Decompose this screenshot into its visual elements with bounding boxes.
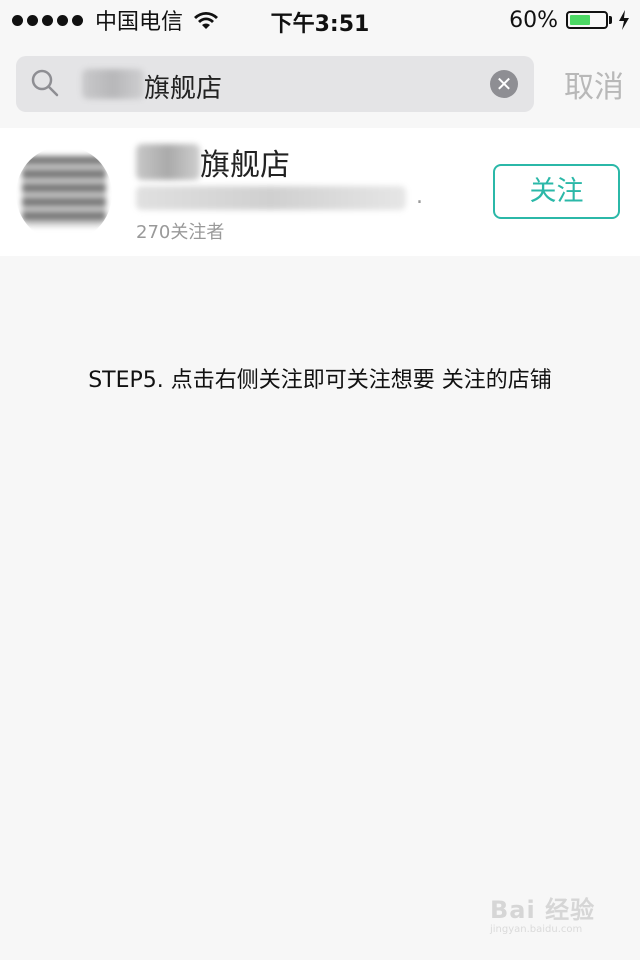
shop-name: 旗舰店 — [200, 148, 290, 183]
battery-level — [570, 15, 590, 25]
description-ellipsis: . — [416, 184, 423, 209]
blurred-shop-description — [136, 186, 406, 210]
follower-count: 270关注者 — [136, 222, 225, 243]
cancel-button[interactable]: 取消 — [564, 62, 624, 106]
blurred-query-prefix — [82, 69, 144, 99]
watermark-brand: Bai 经验 — [490, 896, 596, 924]
search-query-text: 旗舰店 — [144, 74, 223, 104]
instruction-text: STEP5. 点击右侧关注即可关注想要 关注的店铺 — [88, 368, 552, 393]
status-bar: 中国电信 下午3:51 60% — [0, 0, 640, 40]
blurred-shop-name-prefix — [136, 144, 200, 180]
baidu-jingyan-watermark: Bai 经验 jingyan.baidu.com — [490, 880, 610, 944]
battery-tip — [609, 16, 612, 24]
status-right: 60% — [509, 6, 630, 34]
charging-bolt-icon — [619, 10, 629, 30]
watermark-url: jingyan.baidu.com — [490, 924, 583, 935]
battery-percent: 60% — [509, 7, 558, 33]
battery-icon — [566, 11, 608, 29]
search-input[interactable]: 旗舰店 ✕ — [16, 56, 534, 112]
shop-logo — [16, 146, 112, 242]
search-icon — [31, 69, 59, 97]
follow-button[interactable]: 关注 — [493, 164, 620, 219]
clear-icon[interactable]: ✕ — [490, 70, 518, 98]
search-bar: 旗舰店 ✕ 取消 — [0, 40, 640, 128]
